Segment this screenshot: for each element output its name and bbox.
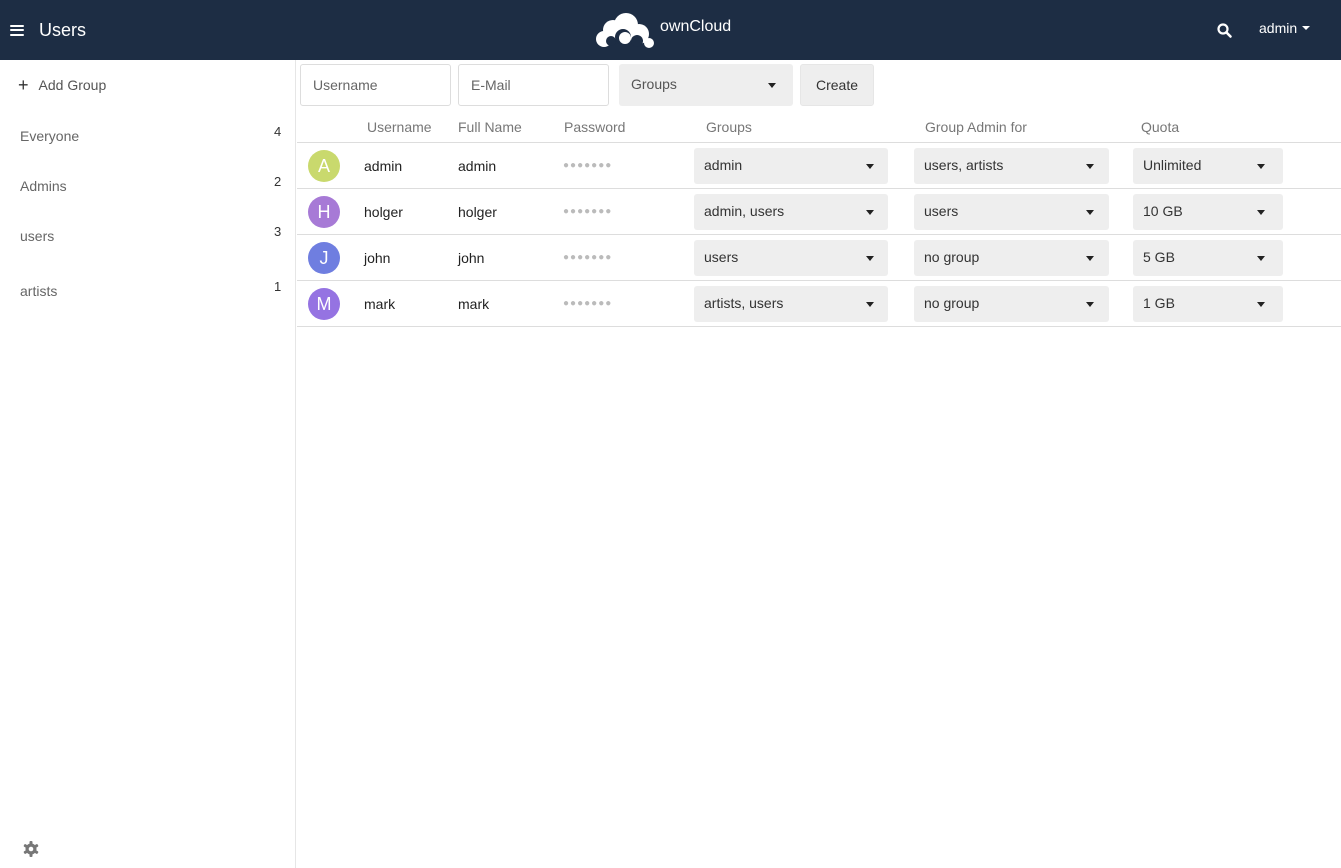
group-name: artists <box>20 283 58 299</box>
groups-value: admin, users <box>704 203 785 219</box>
table-row: J john john ●●●●●●● users no group 5 GB <box>297 235 1341 281</box>
password-cell[interactable]: ●●●●●●● <box>563 206 612 217</box>
group-admin-value: no group <box>924 249 980 265</box>
logo-text: ownCloud <box>660 18 732 35</box>
add-group-button[interactable]: + Add Group <box>18 76 106 94</box>
column-header-full-name[interactable]: Full Name <box>458 119 522 135</box>
chevron-down-icon <box>1086 256 1094 261</box>
group-admin-dropdown[interactable]: users, artists <box>914 148 1109 184</box>
quota-dropdown[interactable]: Unlimited <box>1133 148 1283 184</box>
quota-dropdown[interactable]: 1 GB <box>1133 286 1283 322</box>
quota-value: 10 GB <box>1143 203 1183 219</box>
user-name: admin <box>1259 20 1298 36</box>
chevron-down-icon <box>1257 302 1265 307</box>
hamburger-icon <box>10 24 24 36</box>
password-cell[interactable]: ●●●●●●● <box>563 298 612 309</box>
table-row: H holger holger ●●●●●●● admin, users use… <box>297 189 1341 235</box>
cloud-logo-icon <box>596 13 654 48</box>
column-header-username[interactable]: Username <box>367 119 432 135</box>
chevron-down-icon <box>1086 210 1094 215</box>
chevron-down-icon <box>768 83 776 88</box>
groups-dropdown[interactable]: admin, users <box>694 194 888 230</box>
password-cell[interactable]: ●●●●●●● <box>563 252 612 263</box>
column-header-groups[interactable]: Groups <box>706 119 752 135</box>
username-cell: john <box>364 250 391 266</box>
quota-value: 1 GB <box>1143 295 1175 311</box>
group-count: 1 <box>274 279 282 294</box>
password-cell[interactable]: ●●●●●●● <box>563 160 612 171</box>
chevron-down-icon <box>866 302 874 307</box>
full-name-cell[interactable]: admin <box>458 158 496 174</box>
groups-value: users <box>704 249 739 265</box>
chevron-down-icon <box>1086 164 1094 169</box>
app-title: Users <box>39 19 87 40</box>
new-user-groups-select[interactable]: Groups <box>619 64 793 106</box>
username-cell: admin <box>364 158 403 174</box>
avatar: A <box>308 150 340 182</box>
chevron-down-icon <box>1086 302 1094 307</box>
app-menu-button[interactable]: Users <box>10 14 86 46</box>
column-header-quota[interactable]: Quota <box>1141 119 1179 135</box>
groups-dropdown[interactable]: admin <box>694 148 888 184</box>
group-admin-dropdown[interactable]: users <box>914 194 1109 230</box>
add-group-label: Add Group <box>38 77 107 93</box>
username-cell: holger <box>364 204 403 220</box>
quota-value: 5 GB <box>1143 249 1175 265</box>
avatar: M <box>308 288 340 320</box>
groups-value: admin <box>704 157 743 173</box>
group-count: 3 <box>274 224 282 239</box>
groups-dropdown[interactable]: artists, users <box>694 286 888 322</box>
top-header: Users ownCloud admin <box>0 0 1341 60</box>
quota-dropdown[interactable]: 5 GB <box>1133 240 1283 276</box>
chevron-down-icon <box>866 256 874 261</box>
sidebar-item-everyone[interactable]: Everyone 4 <box>0 118 296 158</box>
table-row: A admin admin ●●●●●●● admin users, artis… <box>297 143 1341 189</box>
plus-icon: + <box>18 75 29 95</box>
user-menu[interactable]: admin <box>1259 20 1311 36</box>
quota-value: Unlimited <box>1143 157 1202 173</box>
table-row: M mark mark ●●●●●●● artists, users no gr… <box>297 281 1341 327</box>
column-header-group-admin[interactable]: Group Admin for <box>925 119 1027 135</box>
full-name-cell[interactable]: john <box>458 250 484 266</box>
avatar: H <box>308 196 340 228</box>
full-name-cell[interactable]: mark <box>458 296 489 312</box>
gear-icon[interactable] <box>22 840 40 858</box>
group-admin-value: users <box>924 203 959 219</box>
owncloud-logo[interactable]: ownCloud <box>592 13 731 49</box>
group-admin-value: users, artists <box>924 157 1004 173</box>
groups-select-label: Groups <box>631 76 677 92</box>
group-name: Everyone <box>20 128 80 144</box>
group-admin-value: no group <box>924 295 980 311</box>
sidebar-item-users[interactable]: users 3 <box>0 218 296 258</box>
groups-value: artists, users <box>704 295 784 311</box>
group-admin-dropdown[interactable]: no group <box>914 240 1109 276</box>
sidebar-item-artists[interactable]: artists 1 <box>0 273 296 313</box>
search-icon[interactable] <box>1216 22 1234 40</box>
column-header-password[interactable]: Password <box>564 119 625 135</box>
create-user-button[interactable]: Create <box>800 64 874 106</box>
quota-dropdown[interactable]: 10 GB <box>1133 194 1283 230</box>
full-name-cell[interactable]: holger <box>458 204 497 220</box>
chevron-down-icon <box>866 164 874 169</box>
sidebar-item-admins[interactable]: Admins 2 <box>0 168 296 208</box>
group-count: 2 <box>274 174 282 189</box>
groups-dropdown[interactable]: users <box>694 240 888 276</box>
username-cell: mark <box>364 296 396 312</box>
chevron-down-icon <box>1257 164 1265 169</box>
group-name: Admins <box>20 178 67 194</box>
avatar: J <box>308 242 340 274</box>
new-username-input[interactable] <box>300 64 451 106</box>
group-name: users <box>20 228 55 244</box>
new-email-input[interactable] <box>458 64 609 106</box>
groups-sidebar: + Add Group Everyone 4 Admins 2 users 3 … <box>0 60 296 868</box>
group-count: 4 <box>274 124 282 139</box>
chevron-down-icon <box>1257 210 1265 215</box>
chevron-down-icon <box>866 210 874 215</box>
group-admin-dropdown[interactable]: no group <box>914 286 1109 322</box>
chevron-down-icon <box>1302 26 1311 30</box>
chevron-down-icon <box>1257 256 1265 261</box>
